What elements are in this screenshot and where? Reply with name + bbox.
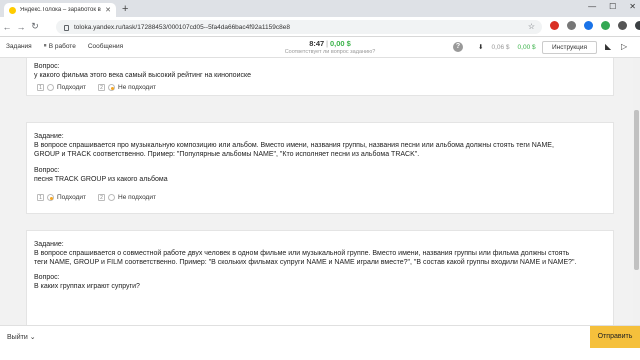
option-not-fits[interactable]: 2 Не подходит: [98, 84, 156, 91]
back-icon[interactable]: ←: [0, 22, 14, 32]
option-label: Подходит: [57, 84, 86, 91]
exit-button[interactable]: Выйти ⌄: [7, 333, 36, 341]
exit-label: Выйти: [7, 334, 28, 341]
app-nav: Задания ⏸ В работе Сообщения: [6, 43, 123, 50]
browser-tab-bar: Яндекс.Толока – заработок в и... ✕ + — ☐…: [0, 0, 640, 17]
new-tab-icon[interactable]: +: [122, 3, 128, 15]
task-line: теги NAME, GROUP и FILM соответственно. …: [34, 259, 577, 266]
option-fits[interactable]: 1 Подходит: [37, 84, 86, 91]
option-label: Не подходит: [118, 84, 156, 91]
toloka-favicon-icon: [9, 6, 16, 14]
fullscreen-icon[interactable]: ◣: [605, 42, 611, 51]
hotkey-badge: 1: [37, 194, 44, 201]
nav-in-progress-label: В работе: [48, 43, 76, 50]
close-tab-icon[interactable]: ✕: [105, 6, 111, 14]
radio-fits[interactable]: [47, 84, 54, 91]
task-line: В вопросе спрашивается про музыкальную к…: [34, 142, 554, 149]
footer: Выйти ⌄ Отправить: [0, 325, 640, 360]
extension-green-icon[interactable]: [601, 21, 610, 30]
balance-main: 0,06 $: [491, 43, 510, 51]
url-text: toloka.yandex.ru/task/17288453/000107cd0…: [74, 23, 290, 31]
question-label: Вопрос:: [34, 167, 60, 174]
tab-title: Яндекс.Толока – заработок в и...: [20, 7, 103, 13]
bookmark-star-icon[interactable]: ☆: [528, 22, 535, 31]
page-scrollbar[interactable]: [633, 58, 640, 325]
app-header: Задания ⏸ В работе Сообщения 8:47 | 0,00 …: [0, 37, 640, 58]
pause-icon: ⏸: [43, 43, 47, 49]
task-label: Задание:: [34, 241, 64, 248]
question-label: Вопрос:: [34, 63, 60, 70]
lock-icon: [64, 25, 69, 31]
question-text: В каких группах играют супруги?: [34, 283, 140, 290]
task-card: Вопрос: у какого фильма этого века самый…: [26, 58, 614, 96]
radio-not-fits[interactable]: [108, 84, 115, 91]
maximize-icon[interactable]: ☐: [609, 2, 616, 11]
question-text: песня TRACK GROUP из какого альбома: [34, 176, 168, 183]
wallet-icon: ⬇: [478, 44, 484, 51]
pool-title: Соответствует ли вопрос заданию?: [284, 49, 376, 55]
browser-tab[interactable]: Яндекс.Толока – заработок в и... ✕: [4, 3, 116, 17]
answer-options: 1 Подходит 2 Не подходит: [37, 84, 156, 91]
question-label: Вопрос:: [34, 274, 60, 281]
minimize-icon[interactable]: —: [588, 2, 596, 11]
option-label: Не подходит: [118, 194, 156, 201]
window-controls: — ☐ ✕: [588, 2, 636, 11]
balance-bonus: 0,00 $: [517, 43, 536, 51]
hotkey-badge: 2: [98, 194, 105, 201]
timer: 8:47: [309, 39, 325, 48]
question-text: у какого фильма этого века самый высокий…: [34, 72, 252, 79]
profile-avatar[interactable]: [635, 21, 640, 30]
answer-options: 1 Подходит 2 Не подходит: [37, 194, 156, 201]
option-not-fits[interactable]: 2 Не подходит: [98, 194, 156, 201]
address-bar: ← → ↻ toloka.yandex.ru/task/17288453/000…: [0, 17, 640, 37]
close-window-icon[interactable]: ✕: [629, 2, 636, 11]
scrollbar-thumb[interactable]: [634, 110, 639, 270]
option-fits[interactable]: 1 Подходит: [37, 194, 86, 201]
nav-in-progress[interactable]: ⏸ В работе: [44, 43, 76, 50]
radio-not-fits[interactable]: [108, 194, 115, 201]
radio-fits[interactable]: [47, 194, 54, 201]
extension-red-icon[interactable]: [550, 21, 559, 30]
task-status: 8:47 | 0,00 $ Соответствует ли вопрос за…: [270, 39, 390, 55]
balance: ⬇ 0,06 $ 0,00 $: [478, 43, 536, 52]
task-label: Задание:: [34, 133, 64, 140]
task-list: Вопрос: у какого фильма этого века самый…: [0, 58, 633, 325]
help-icon[interactable]: ?: [453, 42, 463, 52]
task-card: Задание: В вопросе спрашивается о совмес…: [26, 230, 614, 325]
instructions-button[interactable]: Инструкция: [542, 41, 597, 54]
earned-amount: 0,00 $: [329, 39, 351, 48]
chevron-down-icon: ⌄: [29, 334, 36, 341]
forward-icon[interactable]: →: [14, 22, 28, 32]
skip-task-icon[interactable]: ▷: [621, 42, 627, 51]
extension-gray-icon[interactable]: [567, 21, 576, 30]
hotkey-badge: 2: [98, 84, 105, 91]
nav-messages[interactable]: Сообщения: [88, 43, 123, 50]
nav-tasks[interactable]: Задания: [6, 43, 32, 50]
hotkey-badge: 1: [37, 84, 44, 91]
extension-puzzle-icon[interactable]: [618, 21, 627, 30]
submit-button[interactable]: Отправить: [590, 326, 640, 348]
task-line: В вопросе спрашивается о совместной рабо…: [34, 250, 570, 257]
extension-blue-icon[interactable]: [584, 21, 593, 30]
task-card: Задание: В вопросе спрашивается про музы…: [26, 122, 614, 214]
extensions: ⋮: [550, 21, 640, 30]
option-label: Подходит: [57, 194, 86, 201]
reload-icon[interactable]: ↻: [28, 21, 42, 32]
url-field[interactable]: toloka.yandex.ru/task/17288453/000107cd0…: [56, 20, 542, 34]
task-line: GROUP и TRACK соответственно. Пример: "П…: [34, 151, 420, 158]
